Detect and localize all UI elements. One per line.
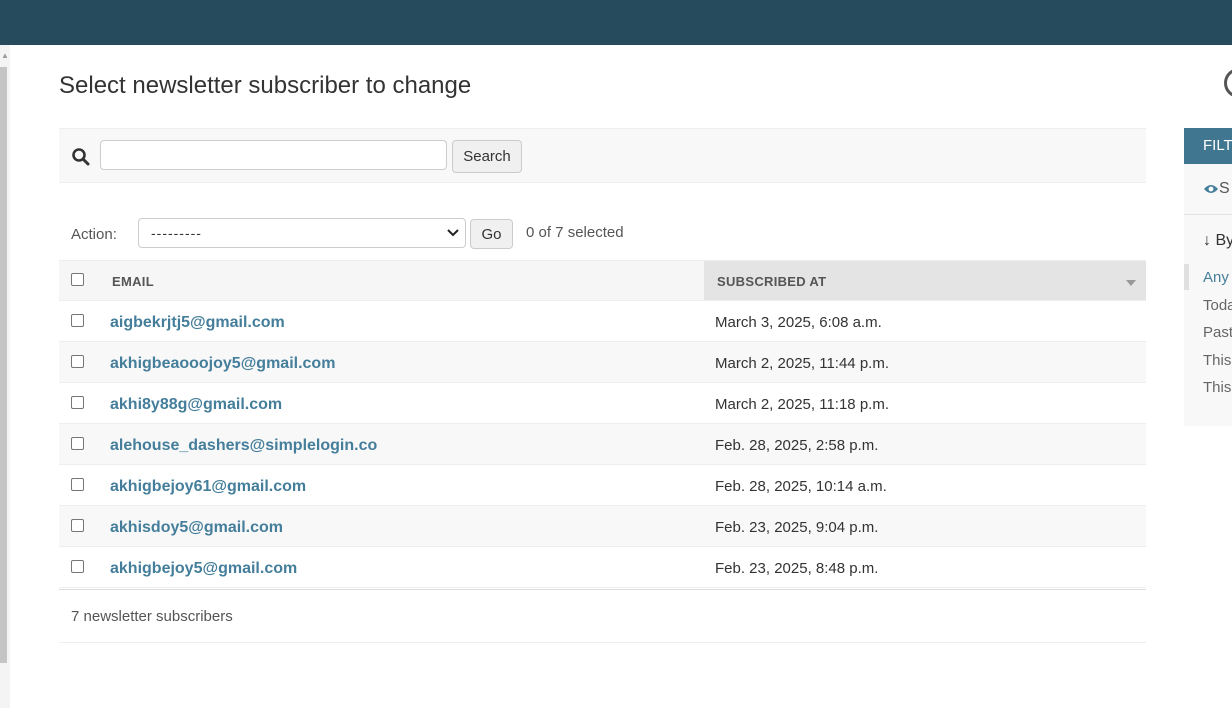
- subscribed-at-cell: Feb. 23, 2025, 9:04 p.m.: [715, 519, 879, 536]
- email-link[interactable]: akhi8y88g@gmail.com: [110, 396, 282, 414]
- filter-option-this-2[interactable]: This: [1203, 379, 1231, 396]
- row-checkbox[interactable]: [71, 396, 84, 409]
- sort-descending-icon[interactable]: [1126, 280, 1136, 286]
- go-button[interactable]: Go: [470, 219, 513, 249]
- email-link[interactable]: aigbekrjtj5@gmail.com: [110, 314, 285, 332]
- filter-divider: [1184, 214, 1232, 215]
- filter-option-this-1[interactable]: This: [1203, 352, 1231, 369]
- subscribed-at-cell: Feb. 23, 2025, 8:48 p.m.: [715, 560, 879, 577]
- scrollbar-thumb[interactable]: [0, 67, 7, 663]
- show-counts-label: S: [1219, 180, 1230, 197]
- email-link[interactable]: akhigbeaooojoy5@gmail.com: [110, 355, 335, 373]
- filter-panel: FILT S ↓ By Any Toda Past This This: [1184, 128, 1232, 426]
- search-icon: [72, 148, 90, 166]
- subscribers-table: EMAIL SUBSCRIBED AT aigbekrjtj5@gmail.co…: [59, 260, 1146, 588]
- table-header: EMAIL SUBSCRIBED AT: [59, 260, 1146, 301]
- results-footer: 7 newsletter subscribers: [59, 589, 1146, 643]
- subscribed-at-cell: Feb. 28, 2025, 10:14 a.m.: [715, 478, 887, 495]
- row-checkbox[interactable]: [71, 355, 84, 368]
- search-input[interactable]: [100, 140, 447, 170]
- subscribed-at-cell: March 2, 2025, 11:18 p.m.: [715, 396, 889, 413]
- subscribed-at-cell: March 3, 2025, 6:08 a.m.: [715, 314, 882, 331]
- filter-by-heading: ↓ By: [1203, 232, 1232, 249]
- table-row: akhisdoy5@gmail.com Feb. 23, 2025, 9:04 …: [59, 506, 1146, 547]
- search-button[interactable]: Search: [452, 140, 522, 173]
- row-checkbox[interactable]: [71, 314, 84, 327]
- show-counts-toggle[interactable]: S: [1203, 180, 1230, 198]
- subscribed-at-cell: March 2, 2025, 11:44 p.m.: [715, 355, 889, 372]
- row-checkbox[interactable]: [71, 478, 84, 491]
- table-body: aigbekrjtj5@gmail.com March 3, 2025, 6:0…: [59, 301, 1146, 588]
- filter-title: FILT: [1184, 128, 1232, 164]
- table-row: akhi8y88g@gmail.com March 2, 2025, 11:18…: [59, 383, 1146, 424]
- subscribed-at-cell: Feb. 28, 2025, 2:58 p.m.: [715, 437, 879, 454]
- scroll-up-arrow-icon[interactable]: ▲: [1, 51, 9, 60]
- filter-option-any[interactable]: Any: [1203, 269, 1229, 286]
- eye-icon: [1204, 185, 1218, 193]
- filter-selected-indicator: [1184, 264, 1189, 290]
- action-select[interactable]: ---------: [138, 218, 466, 248]
- action-select-value: ---------: [151, 225, 202, 241]
- action-label: Action:: [71, 226, 117, 243]
- scrollbar[interactable]: ▲: [0, 45, 10, 708]
- page-title: Select newsletter subscriber to change: [59, 72, 472, 99]
- select-all-checkbox[interactable]: [71, 273, 84, 286]
- chevron-down-icon: [447, 229, 459, 237]
- filter-option-past[interactable]: Past: [1203, 324, 1232, 341]
- table-row: akhigbejoy5@gmail.com Feb. 23, 2025, 8:4…: [59, 547, 1146, 588]
- row-checkbox[interactable]: [71, 560, 84, 573]
- email-link[interactable]: akhisdoy5@gmail.com: [110, 519, 283, 537]
- row-checkbox[interactable]: [71, 437, 84, 450]
- email-link[interactable]: akhigbejoy5@gmail.com: [110, 560, 297, 578]
- column-header-email[interactable]: EMAIL: [112, 274, 154, 289]
- top-header-bar: [0, 0, 1232, 45]
- result-count: 7 newsletter subscribers: [71, 608, 233, 625]
- email-link[interactable]: akhigbejoy61@gmail.com: [110, 478, 306, 496]
- column-header-subscribed-at[interactable]: SUBSCRIBED AT: [704, 261, 1146, 300]
- filter-option-today[interactable]: Toda: [1203, 297, 1232, 314]
- table-row: akhigbeaooojoy5@gmail.com March 2, 2025,…: [59, 342, 1146, 383]
- user-avatar-icon[interactable]: [1224, 68, 1232, 98]
- email-link[interactable]: alehouse_dashers@simplelogin.co: [110, 437, 377, 455]
- search-toolbar: Search: [59, 128, 1146, 183]
- table-row: aigbekrjtj5@gmail.com March 3, 2025, 6:0…: [59, 301, 1146, 342]
- selected-count: 0 of 7 selected: [526, 224, 624, 241]
- column-header-subscribed-at-label: SUBSCRIBED AT: [717, 274, 827, 289]
- table-row: alehouse_dashers@simplelogin.co Feb. 28,…: [59, 424, 1146, 465]
- row-checkbox[interactable]: [71, 519, 84, 532]
- table-row: akhigbejoy61@gmail.com Feb. 28, 2025, 10…: [59, 465, 1146, 506]
